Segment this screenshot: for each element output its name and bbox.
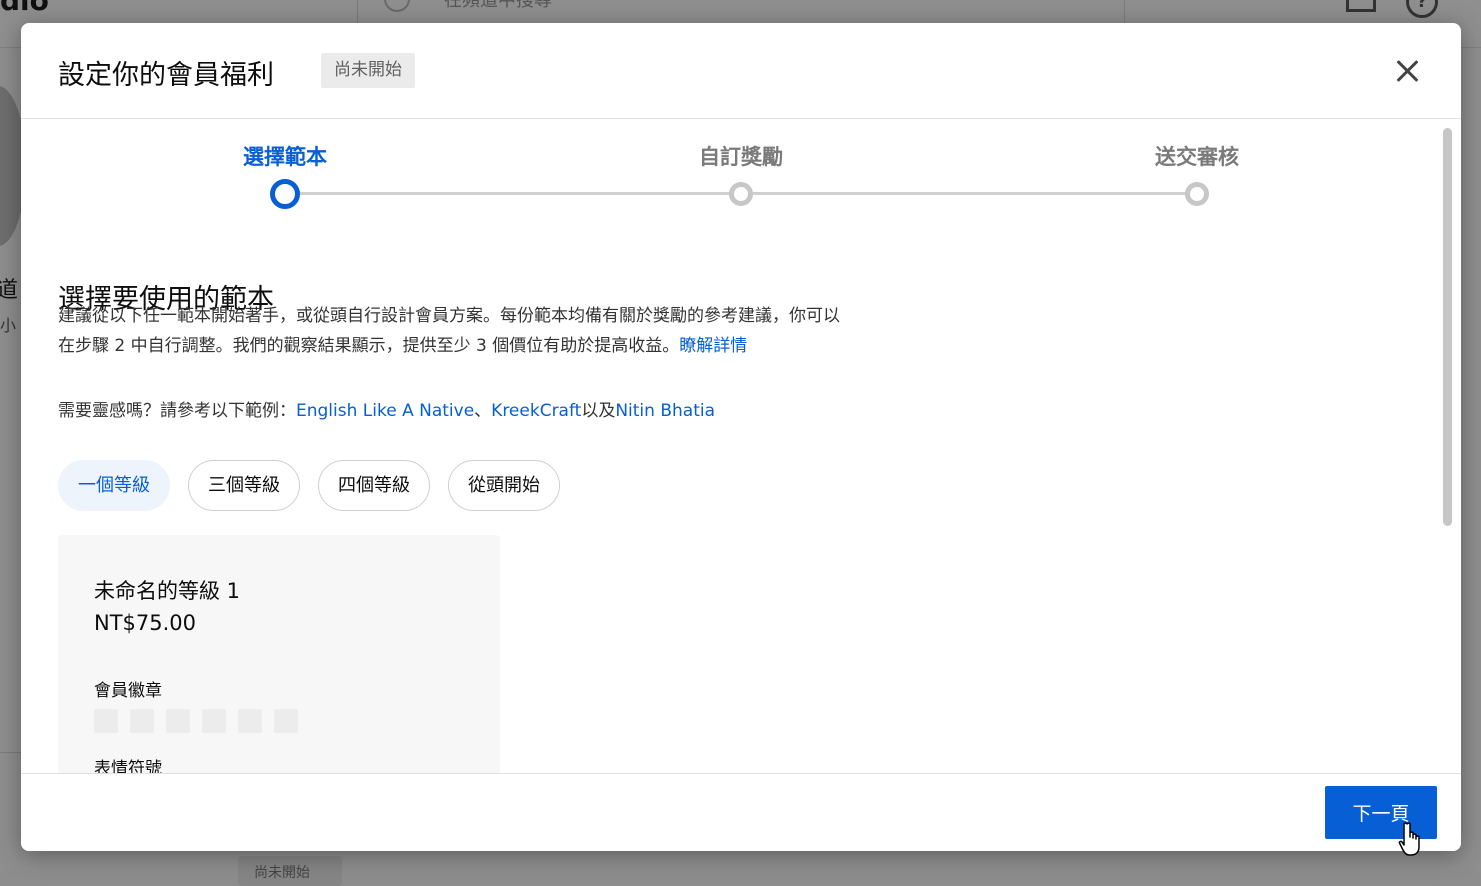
badge-placeholder-row <box>94 709 298 733</box>
search-icon <box>384 0 410 12</box>
scrollbar-thumb[interactable] <box>1443 128 1452 526</box>
background-sidebar-subtext: 小 <box>0 316 17 335</box>
background-divider <box>0 752 22 753</box>
badge-placeholder <box>94 709 118 733</box>
stepper-connector <box>300 192 741 195</box>
step-indicator-active <box>270 179 300 209</box>
background-sidebar-text: 道 <box>0 278 19 303</box>
background-search-placeholder: 在頻道中搜尋 <box>444 0 552 11</box>
inspiration-prefix: 需要靈感嗎？請參考以下範例： <box>58 401 296 421</box>
perk-label-badges: 會員徽章 <box>94 681 162 701</box>
template-chip-group: 一個等級 三個等級 四個等級 從頭開始 <box>58 460 560 511</box>
badge-placeholder <box>202 709 226 733</box>
badge-placeholder <box>274 709 298 733</box>
chip-three-tiers[interactable]: 三個等級 <box>188 460 300 511</box>
step-submit-review: 送交審核 <box>1155 145 1239 169</box>
template-description: 建議從以下任一範本開始著手，或從頭自行設計會員方案。每份範本均備有關於獎勵的參考… <box>58 301 968 361</box>
step-customize-rewards: 自訂獎勵 <box>699 145 783 169</box>
status-badge: 尚未開始 <box>321 53 415 88</box>
dialog-title: 設定你的會員福利 <box>58 60 274 91</box>
inspiration-text: 需要靈感嗎？請參考以下範例：English Like A Native、Kree… <box>58 396 715 421</box>
example-link-nitin-bhatia[interactable]: Nitin Bhatia <box>615 401 715 421</box>
badge-placeholder <box>130 709 154 733</box>
tier-card: 未命名的等級 1 NT$75.00 會員徽章 表情符號 <box>58 535 500 774</box>
hand-cursor-icon <box>1398 822 1420 856</box>
tier-price: NT$75.00 <box>94 611 197 635</box>
chip-four-tiers[interactable]: 四個等級 <box>318 460 430 511</box>
tier-name: 未命名的等級 1 <box>94 579 241 603</box>
membership-setup-dialog: 設定你的會員福利 尚未開始 選擇範本 自訂獎勵 送交審核 選擇要使用的範本 建議… <box>21 23 1461 851</box>
studio-logo: dio <box>0 0 49 17</box>
badge-placeholder <box>238 709 262 733</box>
chip-start-from-scratch[interactable]: 從頭開始 <box>448 460 560 511</box>
description-line: 在步驟 2 中自行調整。我們的觀察結果顯示，提供至少 3 個價位有助於提高收益。… <box>58 331 968 361</box>
description-text: 在步驟 2 中自行調整。我們的觀察結果顯示，提供至少 3 個價位有助於提高收益。 <box>58 336 680 356</box>
example-link-english-like-a-native[interactable]: English Like A Native <box>296 401 474 421</box>
separator: 以及 <box>581 401 616 421</box>
step-indicator <box>729 182 753 206</box>
step-choose-template: 選擇範本 <box>243 145 327 169</box>
separator: 、 <box>474 401 492 421</box>
step-indicator <box>1185 182 1209 206</box>
dialog-header: 設定你的會員福利 尚未開始 <box>21 23 1461 119</box>
dialog-body: 選擇範本 自訂獎勵 送交審核 選擇要使用的範本 建議從以下任一範本開始著手，或從… <box>21 120 1461 774</box>
close-icon[interactable] <box>1391 55 1423 87</box>
learn-more-link[interactable]: 瞭解詳情 <box>679 336 747 356</box>
badge-placeholder <box>166 709 190 733</box>
chip-one-tier[interactable]: 一個等級 <box>58 460 170 511</box>
help-icon: ? <box>1406 0 1438 18</box>
stepper-connector <box>753 192 1197 195</box>
description-line: 建議從以下任一範本開始著手，或從頭自行設計會員方案。每份範本均備有關於獎勵的參考… <box>58 306 840 326</box>
background-status-badge: 尚未開始 <box>238 856 342 886</box>
dialog-footer: 下一頁 <box>21 773 1461 851</box>
feedback-icon <box>1346 0 1376 12</box>
perk-label-emojis: 表情符號 <box>94 759 162 774</box>
example-link-kreekcraft[interactable]: KreekCraft <box>491 401 581 421</box>
background-search-box: 在頻道中搜尋 <box>357 0 1125 24</box>
